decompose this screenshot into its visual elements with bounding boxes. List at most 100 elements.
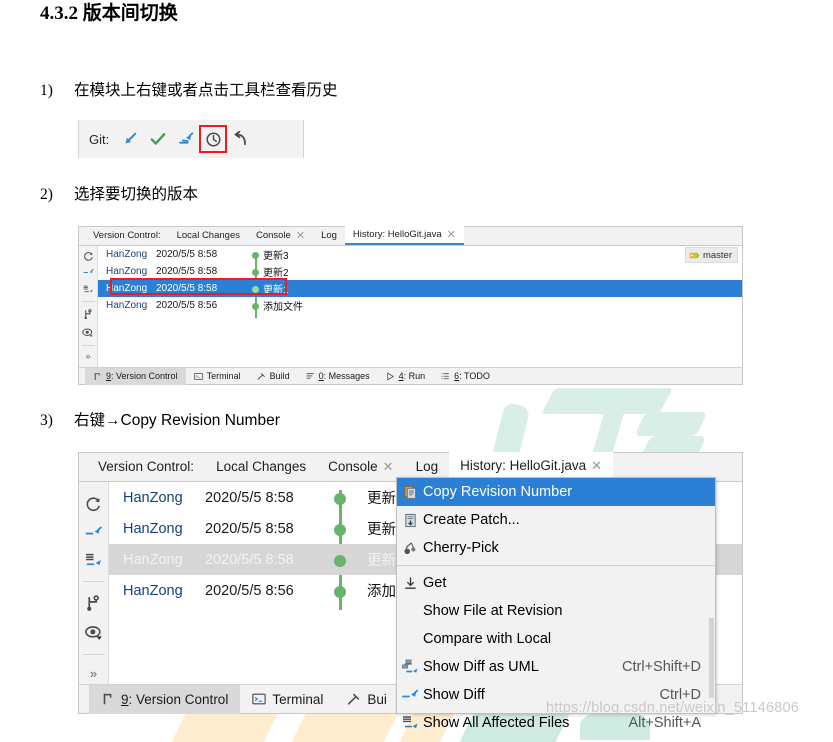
branch-icon [103, 693, 112, 705]
step-text-1: 在模块上右键或者点击工具栏查看历史 [74, 82, 338, 99]
context-menu-scrollbar[interactable] [709, 618, 714, 698]
refresh-icon[interactable] [83, 249, 94, 264]
close-icon[interactable]: ✕ [296, 229, 305, 242]
statusbar-item-version-control[interactable]: 9: Version Control [89, 684, 241, 714]
terminal-icon [193, 372, 203, 380]
todo-list-icon [441, 372, 450, 379]
cherry-pick-icon [397, 541, 423, 556]
expand-more-icon[interactable]: » [85, 349, 90, 363]
tab-local-changes[interactable]: Local Changes [169, 226, 248, 245]
commit-checkmark-icon[interactable] [145, 126, 171, 152]
menu-item-create-patch[interactable]: Create Patch... [397, 506, 715, 534]
branch-icon[interactable] [83, 305, 94, 323]
tab-label: Log [415, 459, 439, 474]
statusbar-item-run[interactable]: 4: Run [378, 368, 434, 385]
menu-item-show-diff-as-uml[interactable]: Show Diff as UML Ctrl+Shift+D [397, 653, 715, 681]
menu-item-label: Get [423, 575, 447, 591]
statusbar-item-build[interactable]: Build [249, 368, 298, 385]
statusbar-label: : Version Control [128, 691, 229, 707]
tab-version-control[interactable]: Version Control: [87, 452, 205, 481]
update-project-icon[interactable] [117, 126, 143, 152]
tab-local-changes[interactable]: Local Changes [205, 452, 317, 481]
step-item-3: 3) 右键→Copy Revision Number [40, 408, 280, 430]
table-row[interactable]: HanZong 2020/5/5 8:58 更新3 [98, 246, 742, 263]
menu-item-label: Create Patch... [423, 512, 520, 528]
tab-history-hellogit[interactable]: History: HelloGit.java ✕ [344, 226, 464, 245]
close-icon[interactable]: ✕ [447, 228, 456, 241]
get-download-icon [397, 576, 423, 591]
tab-log[interactable]: Log [313, 226, 345, 245]
show-all-affected-files-icon[interactable] [83, 281, 94, 298]
copy-revision-icon [397, 485, 423, 500]
show-diff-as-uml-icon [397, 659, 423, 675]
panel-small-statusbar: 9: Version Control Terminal Build 0: Mes… [79, 367, 742, 385]
panel-small-gutter: » [79, 246, 98, 367]
show-history-clock-icon[interactable] [199, 125, 228, 153]
page-title: 4.3.2 版本间切换 [40, 3, 178, 24]
statusbar-item-terminal[interactable]: Terminal [186, 368, 249, 385]
table-row[interactable]: HanZong 2020/5/5 8:58 更新2 [98, 263, 742, 280]
gutter-divider [82, 581, 105, 582]
statusbar-key: 9 [121, 691, 129, 707]
close-icon[interactable]: ✕ [383, 459, 394, 475]
tab-console[interactable]: Console ✕ [248, 226, 313, 245]
refresh-icon[interactable] [85, 490, 102, 518]
step-item-1: 1) 在模块上右键或者点击工具栏查看历史 [40, 78, 338, 100]
expand-more-icon[interactable]: » [90, 661, 97, 685]
statusbar-item-terminal[interactable]: Terminal [240, 685, 335, 714]
statusbar-item-todo[interactable]: 6: TODO [433, 368, 498, 385]
commit-date: 2020/5/5 8:58 [205, 489, 294, 506]
watermark-blob-1 [541, 388, 673, 414]
version-control-panel-small: Version Control: Local Changes Console ✕… [78, 226, 743, 385]
statusbar-label: Terminal [206, 371, 241, 381]
terminal-icon [252, 693, 267, 705]
menu-item-label: Cherry-Pick [423, 540, 499, 556]
commit-list-small: HanZong 2020/5/5 8:58 更新3 HanZong 2020/5… [98, 246, 742, 367]
commit-graph-dot [334, 586, 346, 598]
statusbar-item-version-control[interactable]: 9: Version Control [85, 367, 186, 385]
push-icon[interactable] [173, 126, 199, 152]
statusbar-label: : Version Control [111, 371, 178, 381]
show-diff-icon [397, 687, 423, 703]
show-diff-icon[interactable] [82, 264, 94, 281]
step-number-3: 3) [40, 412, 53, 429]
commit-author: HanZong [123, 551, 183, 568]
statusbar-label: Terminal [272, 691, 324, 707]
rollback-undo-icon[interactable] [227, 126, 253, 152]
commit-date: 2020/5/5 8:58 [156, 249, 218, 260]
menu-item-copy-revision-number[interactable]: Copy Revision Number [397, 478, 715, 506]
step-item-2: 2) 选择要切换的版本 [40, 182, 198, 204]
tab-console[interactable]: Console ✕ [317, 452, 404, 481]
show-all-affected-files-icon [397, 715, 423, 731]
show-diff-icon[interactable] [85, 518, 102, 546]
table-row-selected[interactable]: HanZong 2020/5/5 8:58 更新1 [98, 280, 742, 297]
menu-item-shortcut: Alt+Shift+A [628, 715, 701, 731]
close-icon[interactable]: ✕ [591, 458, 602, 474]
commit-graph-dot [252, 252, 259, 259]
commit-author: HanZong [123, 520, 183, 537]
menu-item-label: Show All Affected Files [423, 715, 570, 731]
menu-separator [397, 565, 715, 566]
preview-eye-icon[interactable] [82, 323, 94, 342]
menu-item-get[interactable]: Get [397, 569, 715, 597]
commit-author: HanZong [106, 249, 148, 260]
menu-item-show-file-at-revision[interactable]: Show File at Revision [397, 597, 715, 625]
statusbar-item-messages[interactable]: 0: Messages [298, 368, 378, 385]
tab-version-control[interactable]: Version Control: [85, 226, 169, 245]
show-all-affected-files-icon[interactable] [85, 547, 102, 575]
preview-eye-icon[interactable] [84, 618, 103, 648]
tab-label: Version Control: [93, 230, 161, 241]
commit-date: 2020/5/5 8:58 [156, 266, 218, 277]
menu-item-compare-with-local[interactable]: Compare with Local [397, 625, 715, 653]
branch-icon [94, 372, 100, 380]
menu-item-shortcut: Ctrl+Shift+D [622, 659, 701, 675]
branch-icon[interactable] [85, 588, 102, 618]
menu-item-cherry-pick[interactable]: Cherry-Pick [397, 534, 715, 562]
panel-small-body: » HanZong 2020/5/5 8:58 更新3 HanZong 2020… [79, 246, 742, 367]
commit-date: 2020/5/5 8:58 [205, 551, 294, 568]
statusbar-label: : Messages [323, 371, 370, 381]
statusbar-item-build[interactable]: Bui [335, 685, 399, 714]
branch-chip-master[interactable]: master [684, 247, 738, 263]
page-root: 4.3.2 版本间切换 1) 在模块上右键或者点击工具栏查看历史 Git: 2)… [0, 0, 833, 742]
table-row[interactable]: HanZong 2020/5/5 8:56 添加文件 [98, 297, 742, 314]
